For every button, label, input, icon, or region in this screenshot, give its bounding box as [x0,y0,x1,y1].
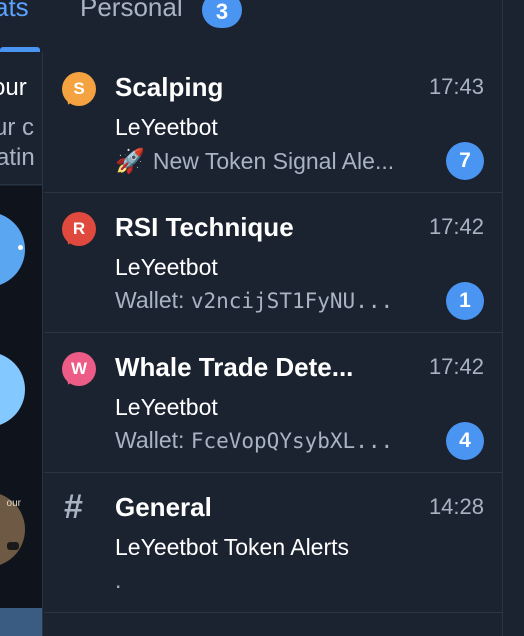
chat-avatar: S [62,72,96,108]
unread-badge: 4 [446,422,484,460]
left-pane-text-2: ur c [0,114,35,141]
chat-item-general[interactable]: # General 14:28 LeYeetbot Token Alerts . [44,472,502,613]
chat-item-whale-trade[interactable]: W Whale Trade Dete... 17:42 LeYeetbot Wa… [44,332,502,473]
chat-sender: LeYeetbot [115,394,218,420]
chat-preview: 🚀 New Token Signal Ale... [115,147,440,176]
rocket-icon: 🚀 [115,148,145,175]
left-pane-avatar-3-label: our [6,498,21,509]
left-partial-pane: our ur c atin our [0,52,43,636]
chat-sender: LeYeetbot Token Alerts [115,534,350,560]
tab-chats[interactable]: ats [0,0,42,52]
avatar-letter: W [70,359,88,378]
chat-title: RSI Technique [115,212,294,242]
chat-time: 17:42 [428,354,484,379]
folder-tab-bar: ats Personal 3 [0,0,524,52]
hashtag-icon: # [64,488,83,526]
chat-preview-text: FceVopQYsybXL... [190,429,394,453]
chat-preview: Wallet: v2ncijST1FyNU... [115,287,440,314]
chat-title: Scalping [115,72,224,102]
left-pane-dot [18,245,23,250]
chat-preview-prefix: Wallet: [115,287,191,313]
chat-time: 17:43 [428,74,484,99]
chat-time: 14:28 [428,494,484,519]
left-pane-avatar-3-graphic [7,542,19,550]
avatar-letter: S [73,79,85,98]
chat-preview-text: New Token Signal Ale... [152,148,395,174]
app-window: ats Personal 3 our ur c atin our S Scalp… [0,0,524,636]
chat-preview: Wallet: FceVopQYsybXL... [115,427,440,454]
tab-chats-label: ats [0,0,29,22]
left-pane-text-1: our [0,74,27,101]
left-pane-divider [0,184,42,185]
chat-sender: LeYeetbot [115,114,218,140]
chat-item-scalping[interactable]: S Scalping 17:43 LeYeetbot 🚀 New Token Si… [44,52,502,193]
unread-badge: 7 [446,142,484,180]
tab-personal-unread-badge: 3 [202,0,242,28]
chat-avatar: W [62,352,96,388]
chat-item-rsi-technique[interactable]: R RSI Technique 17:42 LeYeetbot Wallet: … [44,192,502,333]
right-edge-divider [502,0,524,636]
left-pane-text-3: atin [0,144,35,171]
chat-time: 17:42 [428,214,484,239]
avatar-letter: R [72,219,86,238]
chat-list: S Scalping 17:43 LeYeetbot 🚀 New Token Si… [44,52,502,636]
tab-personal-label: Personal [80,0,183,22]
left-pane-bottom-strip [0,608,42,636]
chat-preview-prefix: Wallet: [115,427,191,453]
chat-title: General [115,492,212,522]
chat-avatar: R [62,212,96,248]
unread-badge: 1 [446,282,484,320]
chat-title: Whale Trade Dete... [115,352,354,382]
chat-preview: . [115,567,122,593]
chat-sender: LeYeetbot [115,254,218,280]
chat-preview-text: v2ncijST1FyNU... [190,289,394,313]
